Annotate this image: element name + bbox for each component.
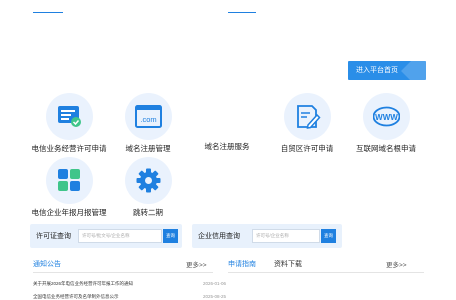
enter-platform-button[interactable]: 进入平台首页 bbox=[348, 61, 426, 80]
credit-search-title: 企业信用查询 bbox=[198, 233, 240, 240]
service-label: 跳转二期 bbox=[133, 208, 163, 217]
tab-notices[interactable]: 通知公告 bbox=[33, 259, 61, 269]
service-circle bbox=[45, 157, 93, 204]
document-pen-icon bbox=[296, 105, 321, 129]
dotcom-browser-icon: .com bbox=[134, 105, 162, 128]
notices-more-link[interactable]: 更多>> bbox=[186, 259, 207, 269]
button-decoration bbox=[401, 61, 426, 80]
service-label: 自贸区许可申请 bbox=[280, 144, 334, 153]
license-card-icon bbox=[57, 106, 81, 127]
service-circle bbox=[283, 93, 331, 140]
notice-title: 全国电信业务经营许可及名单制外信息公示 bbox=[33, 294, 119, 299]
credit-search-input[interactable]: 许可号/企业名称 bbox=[252, 229, 320, 243]
tab-notices-underline bbox=[33, 12, 63, 13]
service-domain-register[interactable]: 域名注册服务 bbox=[182, 141, 272, 152]
tab-guide-underline bbox=[228, 12, 256, 13]
credit-search-button[interactable]: 查询 bbox=[321, 229, 336, 243]
tab-guide[interactable]: 申请指南 bbox=[228, 259, 256, 269]
notices-divider bbox=[33, 272, 213, 273]
service-circle bbox=[45, 93, 93, 140]
svg-text:WWW: WWW bbox=[375, 113, 398, 122]
service-jump-phase2[interactable]: 跳转二期 bbox=[103, 157, 193, 218]
license-search-button[interactable]: 查询 bbox=[163, 229, 178, 243]
service-label: 域名注册管理 bbox=[125, 144, 171, 153]
service-domain-register-mgmt[interactable]: .com 域名注册管理 bbox=[103, 93, 193, 154]
grid-tiles-icon bbox=[57, 169, 80, 191]
service-annual-report[interactable]: 电信企业年报月报管理 bbox=[24, 157, 114, 218]
service-label: 电信业务经营许可申请 bbox=[31, 144, 107, 153]
guide-divider bbox=[228, 272, 424, 273]
service-circle bbox=[124, 157, 172, 204]
service-label: 域名注册服务 bbox=[204, 142, 250, 151]
notice-date: 2026-01-06 bbox=[203, 281, 227, 286]
enter-platform-label: 进入平台首页 bbox=[356, 67, 398, 74]
service-root-domain[interactable]: WWW 互联网域名根申请 bbox=[341, 93, 431, 154]
notices-tabs: 通知公告 更多>> bbox=[33, 259, 213, 271]
service-circle: .com bbox=[124, 93, 172, 140]
service-ftz-license[interactable]: 自贸区许可申请 bbox=[262, 93, 352, 154]
guide-more-link[interactable]: 更多>> bbox=[386, 259, 407, 269]
license-search-input[interactable]: 许可号/批文号/企业名称 bbox=[78, 229, 162, 243]
service-label: 电信企业年报月报管理 bbox=[31, 208, 107, 217]
credit-search-panel: 企业信用查询 许可号/企业名称 查询 bbox=[192, 224, 342, 248]
license-search-panel: 许可证查询 许可号/批文号/企业名称 查询 bbox=[30, 224, 182, 248]
tab-downloads[interactable]: 资料下载 bbox=[274, 259, 302, 269]
www-globe-icon: WWW bbox=[372, 106, 400, 127]
notice-date: 2025-08-25 bbox=[203, 294, 227, 299]
service-circle: WWW bbox=[362, 93, 410, 140]
service-telecom-license[interactable]: 电信业务经营许可申请 bbox=[24, 93, 114, 154]
notice-title: 关于开展2026年电信业务经营许可年报工作的通知 bbox=[33, 281, 134, 286]
service-label: 互联网域名根申请 bbox=[356, 144, 416, 153]
svg-text:.com: .com bbox=[140, 115, 156, 124]
gear-icon bbox=[136, 168, 160, 193]
guide-tabs: 申请指南 资料下载 更多>> bbox=[228, 259, 407, 271]
license-search-title: 许可证查询 bbox=[36, 233, 71, 240]
